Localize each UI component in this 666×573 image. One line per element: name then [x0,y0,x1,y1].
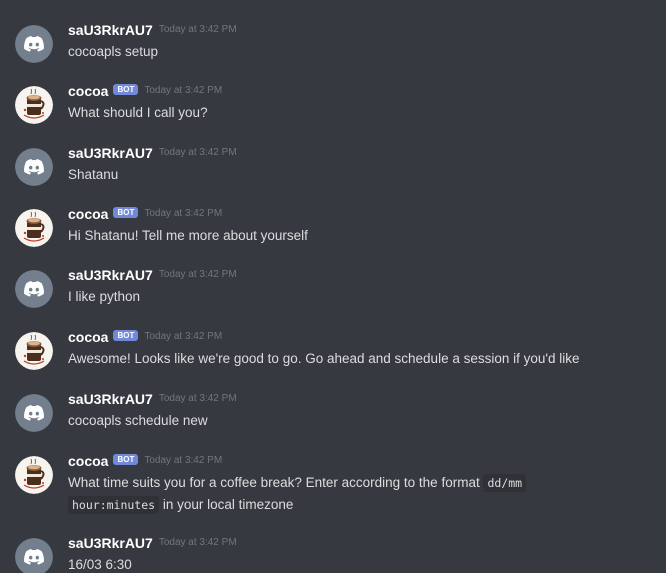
bot-tag: BOT [113,453,139,465]
message-text: I like python [68,289,141,304]
coffee-cup-avatar-icon[interactable] [15,86,53,124]
message-author[interactable]: saU3RkrAU7 [68,535,153,551]
message-text: Shatanu [68,167,119,182]
message-author[interactable]: saU3RkrAU7 [68,145,153,161]
message-author[interactable]: cocoa [68,83,108,99]
discord-logo-icon[interactable] [15,538,53,573]
message-text: Hi Shatanu! Tell me more about yourself [68,228,308,243]
message-text: What should I call you? [68,105,208,120]
message-timestamp: Today at 3:42 PM [144,208,223,219]
discord-logo-icon[interactable] [15,25,53,63]
chat-messages: saU3RkrAU7 Today at 3:42 PM cocoapls setu… [0,0,666,573]
message-timestamp: Today at 3:42 PM [144,455,223,466]
message-author[interactable]: cocoa [68,206,108,222]
message-author[interactable]: saU3RkrAU7 [68,391,153,407]
message-timestamp: Today at 3:42 PM [144,85,223,96]
discord-logo-icon[interactable] [15,394,53,432]
message-author[interactable]: cocoa [68,329,108,345]
message-timestamp: Today at 3:42 PM [158,24,237,35]
message-text: Awesome! Looks like we're good to go. Go… [68,351,580,366]
message-timestamp: Today at 3:42 PM [144,331,223,342]
bot-tag: BOT [113,83,139,95]
message-text: What time suits you for a coffee break? … [68,472,527,516]
inline-code: hour:minutes [68,496,160,514]
bot-tag: BOT [113,329,139,341]
discord-logo-icon[interactable] [15,148,53,186]
message-text-part: What time suits you for a coffee break? … [68,475,484,490]
message-author[interactable]: saU3RkrAU7 [68,267,153,283]
coffee-cup-avatar-icon[interactable] [15,456,53,494]
message-text: cocoapls schedule new [68,413,208,428]
message-timestamp: Today at 3:42 PM [158,147,237,158]
bot-tag: BOT [113,206,139,218]
coffee-cup-avatar-icon[interactable] [15,209,53,247]
message-text: 16/03 6:30 [68,557,132,572]
discord-logo-icon[interactable] [15,270,53,308]
message-text-part: in your local timezone [159,497,294,512]
message-timestamp: Today at 3:42 PM [158,393,237,404]
message-author[interactable]: cocoa [68,453,108,469]
message-timestamp: Today at 3:42 PM [158,537,237,548]
message-author[interactable]: saU3RkrAU7 [68,22,153,38]
message-text: cocoapls setup [68,44,159,59]
coffee-cup-avatar-icon[interactable] [15,332,53,370]
message-timestamp: Today at 3:42 PM [158,269,237,280]
inline-code: dd/mm [483,474,527,492]
